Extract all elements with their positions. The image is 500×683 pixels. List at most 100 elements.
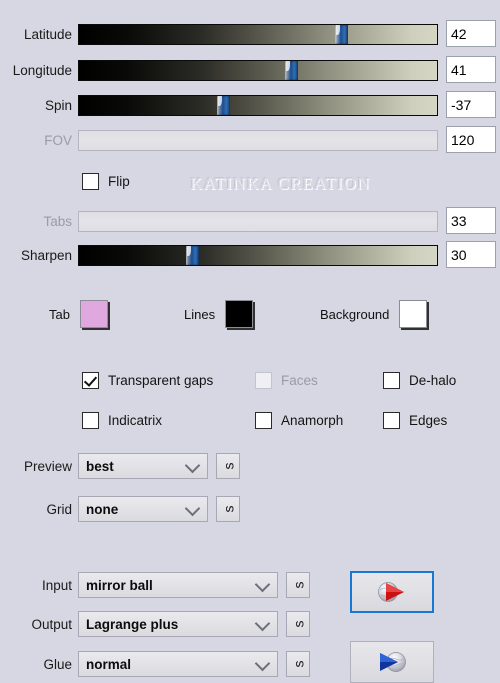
checkbox-indicatrix[interactable]: Indicatrix xyxy=(82,409,162,431)
script-button-glue[interactable]: s xyxy=(286,651,310,677)
watermark-text: KATINKA CREATION xyxy=(190,174,371,193)
chevron-down-icon xyxy=(254,576,271,593)
value-input-tabs[interactable]: 33 xyxy=(446,207,496,234)
slider-track-spin[interactable] xyxy=(78,94,438,116)
slider-label-fov: FOV xyxy=(44,132,72,148)
color-label-lines: Lines xyxy=(184,306,216,322)
dropdown-label-glue: Glue xyxy=(43,656,72,672)
checkbox-box-faces xyxy=(255,371,272,389)
value-input-latitude[interactable]: 42 xyxy=(446,20,496,47)
slider-track-longitude[interactable] xyxy=(78,59,438,81)
script-button-glyph-grid: s xyxy=(220,505,236,513)
slider-gradient-sharpen xyxy=(78,244,438,266)
slider-label-longitude: Longitude xyxy=(12,62,72,78)
slider-handle-longitude[interactable] xyxy=(285,60,298,80)
dropdown-grid[interactable]: none xyxy=(78,496,208,522)
value-input-spin[interactable]: -37 xyxy=(446,91,496,118)
color-swatch-tab[interactable] xyxy=(79,300,108,328)
checkbox-label-faces: Faces xyxy=(281,372,318,388)
checkbox-label-anamorph: Anamorph xyxy=(281,412,344,428)
slider-label-latitude: Latitude xyxy=(23,26,72,42)
slider-track-latitude[interactable] xyxy=(78,23,438,45)
slider-track-tabs xyxy=(78,210,438,232)
dropdown-row-grid: Grid none s xyxy=(0,496,260,522)
script-button-preview[interactable]: s xyxy=(216,453,240,479)
script-button-glyph-input: s xyxy=(290,581,306,589)
slider-row-sharpen: Sharpen xyxy=(0,240,500,270)
slider-row-spin: Spin xyxy=(0,90,500,120)
value-input-longitude[interactable]: 41 xyxy=(446,56,496,83)
color-label-tab: Tab xyxy=(49,306,70,322)
checkbox-flip[interactable]: Flip xyxy=(82,170,130,192)
slider-track-fov xyxy=(78,129,438,151)
color-field-tab: Tab xyxy=(49,300,108,328)
dropdown-value-preview: best xyxy=(86,458,114,474)
render-preview-button[interactable] xyxy=(350,571,434,613)
slider-row-fov: FOV xyxy=(0,125,500,155)
chevron-down-icon xyxy=(184,500,201,517)
script-button-output[interactable]: s xyxy=(286,611,310,637)
checkbox-box-flip[interactable] xyxy=(82,172,99,190)
checkbox-anamorph[interactable]: Anamorph xyxy=(255,409,343,431)
slider-row-longitude: Longitude xyxy=(0,55,500,85)
dropdown-label-input: Input xyxy=(41,577,72,593)
checkbox-box-indicatrix[interactable] xyxy=(82,411,99,429)
script-button-glyph-output: s xyxy=(290,620,306,628)
dropdown-glue[interactable]: normal xyxy=(78,651,278,677)
checkbox-label-indicatrix: Indicatrix xyxy=(108,412,163,428)
color-swatch-lines[interactable] xyxy=(225,300,254,328)
checkbox-transparent-gaps[interactable]: Transparent gaps xyxy=(82,369,213,391)
checkbox-box-transparent-gaps[interactable] xyxy=(82,371,99,389)
checkbox-box-de-halo[interactable] xyxy=(383,371,400,389)
value-input-fov[interactable]: 120 xyxy=(446,126,496,153)
slider-row-latitude: Latitude xyxy=(0,19,500,49)
checkbox-label-edges: Edges xyxy=(409,412,448,428)
checkbox-box-anamorph[interactable] xyxy=(255,411,272,429)
checkbox-box-edges[interactable] xyxy=(383,411,400,429)
render-output-button[interactable] xyxy=(350,641,434,683)
slider-gradient-fov xyxy=(78,129,438,151)
dropdown-row-preview: Preview best s xyxy=(0,453,260,479)
dropdown-row-output: Output Lagrange plus s xyxy=(0,611,330,637)
slider-handle-latitude[interactable] xyxy=(335,24,349,44)
slider-label-sharpen: Sharpen xyxy=(20,247,72,263)
checkbox-faces: Faces xyxy=(255,369,318,391)
slider-handle-sharpen[interactable] xyxy=(186,245,199,265)
dropdown-label-grid: Grid xyxy=(46,501,72,517)
color-field-background: Background xyxy=(320,300,428,328)
dropdown-preview[interactable]: best xyxy=(78,453,208,479)
value-input-sharpen[interactable]: 30 xyxy=(446,241,496,268)
dropdown-row-glue: Glue normal s xyxy=(0,651,330,677)
script-button-grid[interactable]: s xyxy=(216,496,240,522)
dropdown-row-input: Input mirror ball s xyxy=(0,572,330,598)
script-button-glyph-preview: s xyxy=(220,462,236,470)
dropdown-value-output: Lagrange plus xyxy=(86,616,179,632)
dropdown-input[interactable]: mirror ball xyxy=(78,572,278,598)
script-button-input[interactable]: s xyxy=(286,572,310,598)
dropdown-value-input: mirror ball xyxy=(86,577,153,593)
dropdown-value-glue: normal xyxy=(86,656,132,672)
dropdown-label-output: Output xyxy=(31,616,72,632)
dropdown-value-grid: none xyxy=(86,501,119,517)
checkbox-label-transparent-gaps: Transparent gaps xyxy=(108,372,214,388)
sphere-play-red-icon xyxy=(378,582,404,602)
color-swatch-background[interactable] xyxy=(399,300,428,328)
chevron-down-icon xyxy=(254,655,271,672)
chevron-down-icon xyxy=(184,457,201,474)
slider-handle-spin[interactable] xyxy=(216,95,230,115)
checkbox-edges[interactable]: Edges xyxy=(383,409,447,431)
sphere-play-blue-icon xyxy=(380,652,406,672)
checkbox-label-de-halo: De-halo xyxy=(409,372,457,388)
slider-label-spin: Spin xyxy=(44,97,72,113)
slider-track-sharpen[interactable] xyxy=(78,244,438,266)
slider-gradient-spin xyxy=(78,94,438,116)
slider-gradient-tabs xyxy=(78,210,438,232)
slider-gradient-longitude xyxy=(78,59,438,81)
dropdown-label-preview: Preview xyxy=(23,458,72,474)
slider-row-tabs: Tabs xyxy=(0,206,500,236)
slider-gradient-latitude xyxy=(78,23,438,45)
color-field-lines: Lines xyxy=(184,300,254,328)
checkbox-de-halo[interactable]: De-halo xyxy=(383,369,456,391)
dropdown-output[interactable]: Lagrange plus xyxy=(78,611,278,637)
script-button-glyph-glue: s xyxy=(290,660,306,668)
